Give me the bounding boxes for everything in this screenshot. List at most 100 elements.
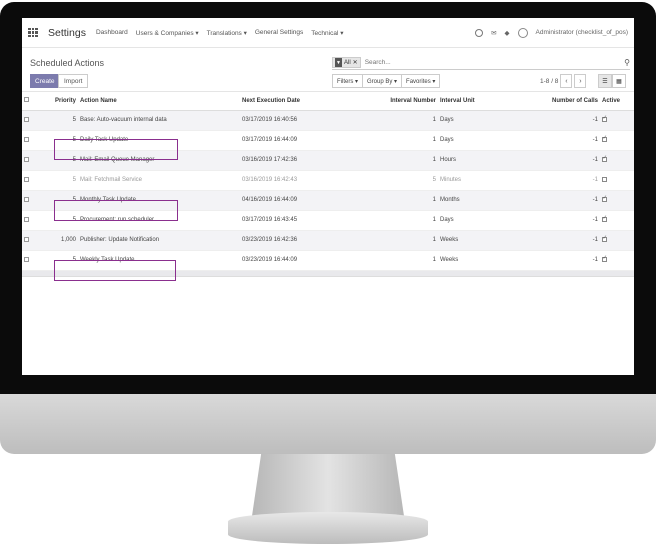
top-navbar: Settings Dashboard Users & Companies ▾ T… [22, 18, 634, 48]
search-facet[interactable]: ▼ All ✕ [332, 57, 361, 68]
header-next-execution[interactable]: Next Execution Date [240, 92, 380, 111]
cell-active-checkbox[interactable] [600, 190, 634, 211]
header-number-of-calls[interactable]: Number of Calls [504, 92, 600, 111]
row-checkbox[interactable] [22, 230, 36, 251]
cell-next-execution: 03/17/2019 16:44:09 [240, 130, 380, 151]
filter-icon: ▼ [335, 58, 342, 67]
cell-active-checkbox[interactable] [600, 250, 634, 271]
header-priority[interactable]: Priority [36, 92, 78, 111]
cell-number-of-calls: -1 [504, 230, 600, 251]
menu-dashboard[interactable]: Dashboard [96, 29, 128, 37]
cell-number-of-calls: -1 [504, 110, 600, 131]
menu-translations[interactable]: Translations ▾ [207, 29, 247, 37]
cell-active-checkbox[interactable] [600, 230, 634, 251]
cell-interval-unit: Months [438, 190, 504, 211]
cell-action-name: Publisher: Update Notification [78, 230, 240, 251]
header-interval-unit[interactable]: Interval Unit [438, 92, 504, 111]
facet-label: All [344, 59, 351, 66]
main-menu: Dashboard Users & Companies ▾ Translatio… [96, 29, 344, 37]
apps-grid-icon[interactable] [28, 27, 38, 38]
calendar-view-icon[interactable]: ▦ [612, 74, 626, 88]
navbar-right: ✉ ◆ Administrator (checklist_of_pos) [475, 27, 628, 38]
header-action-name[interactable]: Action Name [78, 92, 240, 111]
highlight-daily-task [54, 139, 178, 160]
row-checkbox[interactable] [22, 130, 36, 151]
avatar[interactable] [517, 27, 528, 38]
search-icon[interactable]: ⚲ [624, 58, 630, 67]
cell-interval-number: 1 [380, 190, 438, 211]
cell-action-name: Base: Auto-vacuum internal data [78, 110, 240, 131]
control-panel: Scheduled Actions ▼ All ✕ ⚲ Create Impor… [22, 48, 634, 92]
user-menu[interactable]: Administrator (checklist_of_pos) [536, 29, 628, 36]
row-checkbox[interactable] [22, 150, 36, 171]
cell-interval-number: 1 [380, 210, 438, 231]
cell-active-checkbox[interactable] [600, 130, 634, 151]
monitor-frame: Settings Dashboard Users & Companies ▾ T… [0, 0, 656, 545]
activity-icon[interactable]: ◆ [505, 29, 510, 37]
cell-interval-number: 1 [380, 110, 438, 131]
debug-icon[interactable] [475, 28, 484, 37]
cell-next-execution: 03/17/2019 16:43:45 [240, 210, 380, 231]
cell-number-of-calls: -1 [504, 170, 600, 191]
cell-active-checkbox[interactable] [600, 210, 634, 231]
row-checkbox[interactable] [22, 250, 36, 271]
cell-interval-unit: Days [438, 110, 504, 131]
menu-general-settings[interactable]: General Settings [255, 29, 303, 37]
select-all-checkbox[interactable] [22, 92, 36, 111]
table-row[interactable]: 5 Base: Auto-vacuum internal data 03/17/20… [22, 110, 634, 131]
pager-previous-icon[interactable]: ‹ [560, 74, 573, 88]
cell-interval-unit: Days [438, 130, 504, 151]
row-checkbox[interactable] [22, 110, 36, 131]
cell-next-execution: 03/17/2019 16:40:56 [240, 110, 380, 131]
cell-interval-number: 1 [380, 150, 438, 171]
cell-interval-number: 1 [380, 130, 438, 151]
pager-next-icon[interactable]: › [574, 74, 587, 88]
pager-value[interactable]: 1-8 / 8 [540, 78, 558, 85]
search-bar: ▼ All ✕ ⚲ [332, 56, 630, 70]
cell-interval-unit: Hours [438, 150, 504, 171]
cell-interval-number: 5 [380, 170, 438, 191]
monitor-stand-base [228, 512, 428, 544]
cell-interval-unit: Days [438, 210, 504, 231]
cell-active-checkbox[interactable] [600, 150, 634, 171]
cell-interval-number: 1 [380, 230, 438, 251]
monitor-chin [0, 394, 656, 454]
cell-next-execution: 03/16/2019 17:42:36 [240, 150, 380, 171]
menu-users-companies[interactable]: Users & Companies ▾ [136, 29, 199, 37]
view-switcher: ☰ ▦ [598, 74, 626, 88]
app-title[interactable]: Settings [48, 27, 86, 39]
import-button[interactable]: Import [58, 74, 89, 88]
favorites-button[interactable]: Favorites ▾ [401, 74, 441, 88]
cell-priority: 5 [36, 110, 78, 131]
header-active[interactable]: Active [600, 92, 634, 111]
cell-action-name: Mail: Fetchmail Service [78, 170, 240, 191]
create-button[interactable]: Create [30, 74, 60, 88]
pager: 1-8 / 8 ‹ › [540, 74, 587, 88]
cell-priority: 1,000 [36, 230, 78, 251]
cell-interval-unit: Weeks [438, 250, 504, 271]
menu-technical[interactable]: Technical ▾ [311, 29, 343, 37]
breadcrumb: Scheduled Actions [30, 58, 105, 68]
cell-next-execution: 03/16/2019 16:42:43 [240, 170, 380, 191]
highlight-monthly-task [54, 200, 178, 221]
filters-button[interactable]: Filters ▾ [332, 74, 364, 88]
row-checkbox[interactable] [22, 190, 36, 211]
facet-remove-icon[interactable]: ✕ [353, 59, 358, 66]
cell-active-checkbox[interactable] [600, 170, 634, 191]
search-input[interactable] [364, 59, 595, 66]
cell-number-of-calls: -1 [504, 130, 600, 151]
cell-number-of-calls: -1 [504, 150, 600, 171]
cell-active-checkbox[interactable] [600, 110, 634, 131]
list-view-icon[interactable]: ☰ [598, 74, 612, 88]
highlight-weekly-task [54, 260, 176, 281]
row-checkbox[interactable] [22, 210, 36, 231]
chat-icon[interactable]: ✉ [491, 29, 496, 37]
table-row[interactable]: 5 Mail: Fetchmail Service 03/16/2019 16:42… [22, 170, 634, 191]
cell-number-of-calls: -1 [504, 190, 600, 211]
table-row[interactable]: 1,000 Publisher: Update Notification 03/23… [22, 230, 634, 251]
table-header-row: Priority Action Name Next Execution Date… [22, 92, 634, 111]
row-checkbox[interactable] [22, 170, 36, 191]
monitor-stand-neck [252, 454, 404, 516]
header-interval-number[interactable]: Interval Number [380, 92, 438, 111]
group-by-button[interactable]: Group By ▾ [362, 74, 403, 88]
